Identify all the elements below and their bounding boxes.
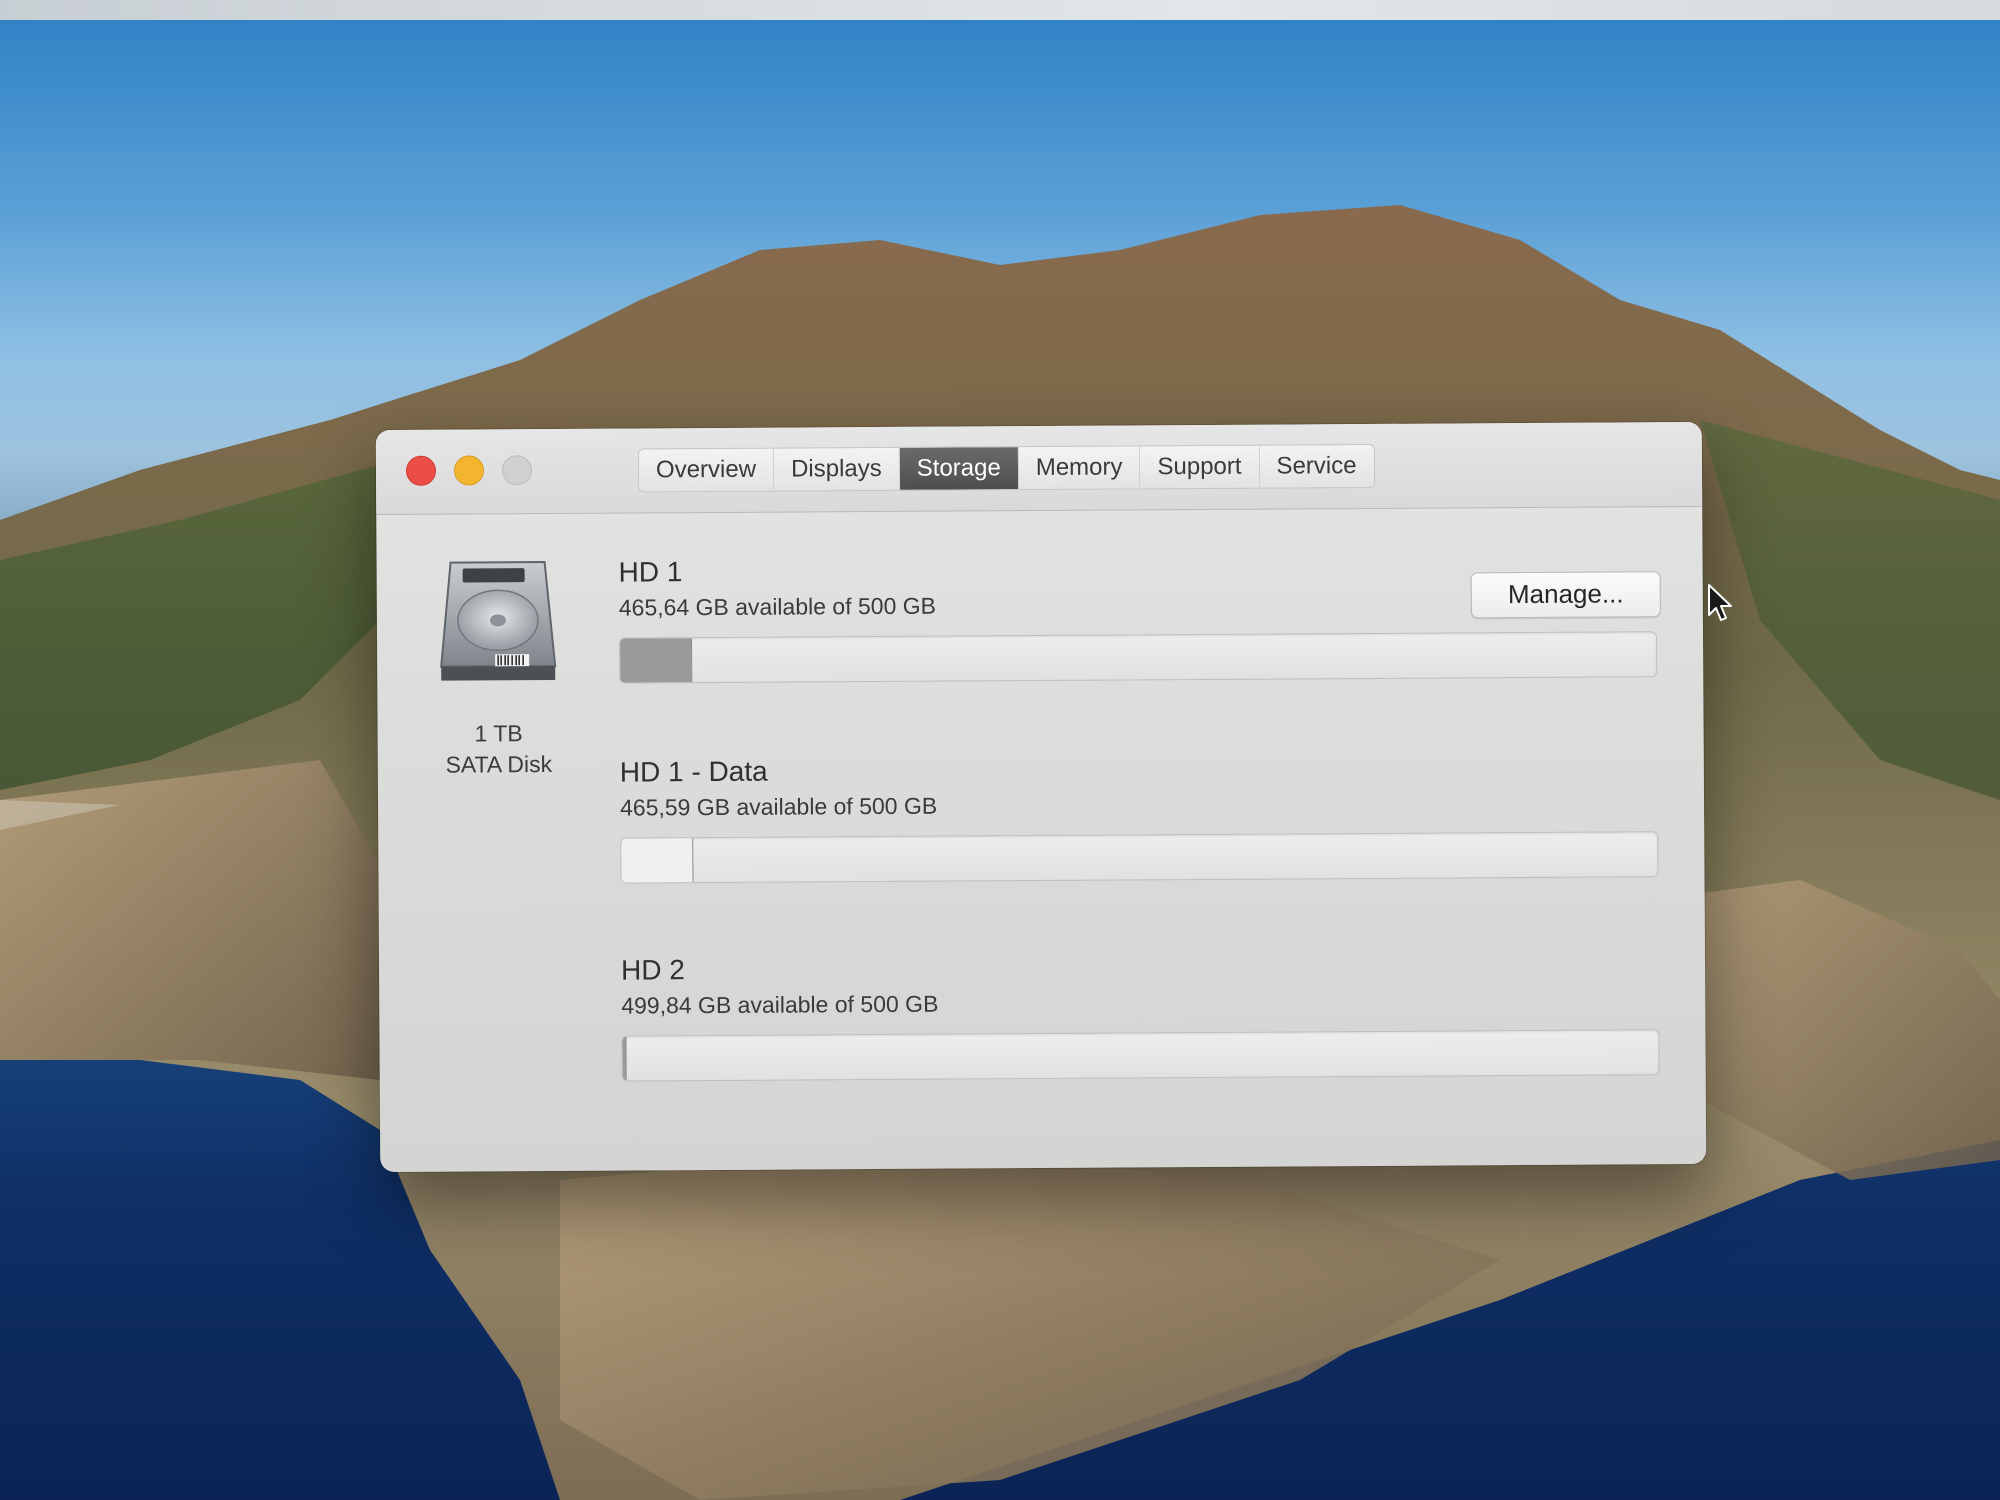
window-titlebar: Overview Displays Storage Memory Support…	[375, 421, 1703, 516]
tab-overview[interactable]: Overview	[638, 448, 775, 492]
close-button[interactable]	[405, 455, 437, 486]
hard-drive-icon	[440, 561, 557, 681]
volume-name: HD 1 - Data	[619, 755, 768, 788]
storage-usage-bar	[619, 631, 1658, 684]
volume-hd1-data: HD 1 - Data 465,59 GB available of 500 G…	[619, 747, 1661, 884]
minimize-button[interactable]	[453, 455, 485, 486]
disk-capacity: 1 TB	[474, 720, 523, 747]
storage-usage-bar	[620, 831, 1659, 884]
storage-usage-bar	[621, 1029, 1660, 1082]
volume-name: HD 2	[620, 954, 685, 986]
tab-storage[interactable]: Storage	[899, 447, 1019, 490]
tab-displays[interactable]: Displays	[773, 447, 900, 491]
storage-usage-fill	[621, 838, 694, 883]
volume-available: 465,59 GB available of 500 GB	[619, 792, 938, 821]
tab-bar: Overview Displays Storage Memory Support…	[637, 443, 1375, 493]
volume-hd1: HD 1 465,64 GB available of 500 GB	[618, 547, 1660, 684]
storage-usage-fill	[620, 638, 693, 683]
zoom-button	[501, 455, 533, 486]
volume-name: HD 1	[618, 556, 683, 588]
tab-memory[interactable]: Memory	[1018, 446, 1141, 490]
volume-available: 465,64 GB available of 500 GB	[618, 592, 937, 621]
tab-support[interactable]: Support	[1140, 445, 1260, 489]
disk-caption: 1 TB SATA Disk	[414, 718, 584, 781]
volume-available: 499,84 GB available of 500 GB	[621, 990, 939, 1019]
tab-service[interactable]: Service	[1259, 445, 1373, 488]
volume-hd2: HD 2 499,84 GB available of 500 GB	[620, 945, 1662, 1082]
disk-type: SATA Disk	[445, 750, 553, 778]
mouse-pointer-icon	[1708, 584, 1732, 621]
system-information-window: Overview Displays Storage Memory Support…	[375, 421, 1707, 1173]
storage-pane: 1 TB SATA Disk Manage... HD 1 465,64 GB …	[376, 507, 1706, 1172]
storage-usage-fill	[622, 1036, 627, 1081]
